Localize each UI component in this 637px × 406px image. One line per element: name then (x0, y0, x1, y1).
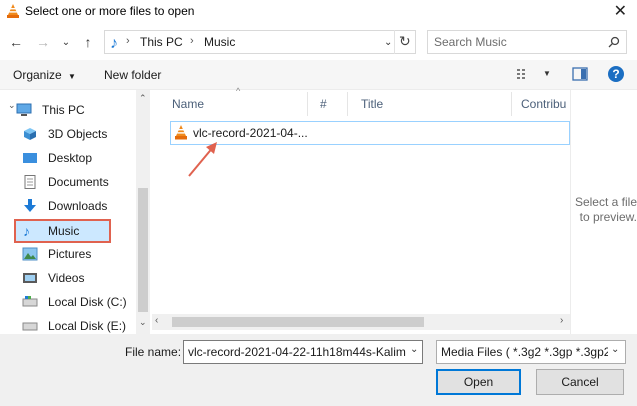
window-title: Select one or more files to open (25, 4, 195, 18)
refresh-icon[interactable]: ↻ (399, 33, 411, 50)
sidebar-item-label: Pictures (48, 247, 92, 261)
help-icon[interactable]: ? (607, 65, 625, 83)
view-options-icon[interactable] (516, 67, 532, 81)
column-header-name[interactable]: Name (172, 97, 204, 121)
download-arrow-icon (24, 199, 36, 212)
back-arrow-icon[interactable]: ← (6, 32, 26, 52)
column-divider[interactable] (307, 92, 308, 116)
documents-icon (24, 175, 36, 189)
new-folder-button[interactable]: New folder (104, 68, 161, 82)
monitor-icon (16, 103, 32, 116)
vlc-cone-icon (7, 4, 19, 18)
sidebar-item-local-disk-c[interactable]: Local Disk (C:) (14, 291, 134, 313)
cancel-button[interactable]: Cancel (536, 369, 624, 395)
column-divider[interactable] (511, 92, 512, 116)
videos-icon (23, 273, 37, 283)
breadcrumb-music[interactable]: Music (204, 35, 235, 49)
scroll-down-icon[interactable]: ⌄ (139, 317, 147, 328)
organize-button[interactable]: Organize ▼ (13, 68, 76, 82)
scroll-left-icon[interactable]: ‹ (155, 315, 158, 326)
preview-line-1: Select a file (574, 195, 637, 209)
sidebar-item-local-disk-e[interactable]: Local Disk (E:) (14, 315, 134, 333)
sidebar-item-label: Local Disk (C:) (48, 295, 127, 309)
sidebar-item-label: Local Disk (E:) (48, 319, 127, 333)
breadcrumb-separator-icon: › (190, 35, 194, 47)
file-type-value: Media Files ( *.3g2 *.3gp *.3gp2 (441, 345, 608, 359)
sidebar-item-label: This PC (42, 103, 85, 117)
preview-pane-divider (570, 90, 571, 334)
sidebar-item-music[interactable]: ♪ Music (14, 219, 111, 243)
preview-line-2: to preview. (579, 210, 637, 224)
breadcrumb-this-pc[interactable]: This PC (140, 35, 183, 49)
preview-message: Select a file to preview. (572, 195, 637, 225)
scroll-up-icon[interactable]: ⌃ (139, 93, 147, 104)
file-name-label: File name: (125, 345, 182, 359)
sidebar-item-label: Downloads (48, 199, 108, 213)
sidebar-item-label: Desktop (48, 151, 93, 165)
sidebar-item-desktop[interactable]: Desktop (14, 147, 134, 169)
organize-label: Organize (13, 68, 62, 82)
pictures-icon (22, 247, 38, 261)
search-icon[interactable] (608, 36, 620, 48)
sidebar-item-documents[interactable]: Documents (14, 171, 134, 193)
sort-ascending-icon: ^ (236, 86, 241, 96)
drive-icon (22, 296, 38, 307)
sidebar-item-this-pc[interactable]: This PC (8, 99, 134, 121)
music-note-icon: ♪ (23, 223, 30, 239)
preview-pane-icon[interactable] (572, 67, 588, 81)
file-type-dropdown-icon[interactable]: ⌄ (611, 344, 619, 355)
address-divider (394, 30, 395, 54)
search-placeholder: Search Music (434, 35, 507, 49)
annotation-arrow-icon (188, 142, 217, 177)
breadcrumb-separator-icon: › (126, 35, 130, 47)
sidebar-item-videos[interactable]: Videos (14, 267, 134, 289)
svg-text:?: ? (612, 67, 619, 81)
sidebar-item-label: Music (48, 224, 80, 238)
music-note-icon: ♪ (110, 35, 118, 52)
column-header-title[interactable]: Title (361, 97, 383, 121)
up-arrow-icon[interactable]: ↑ (80, 32, 96, 52)
view-dropdown-icon[interactable]: ▼ (543, 69, 551, 78)
open-button[interactable]: Open (436, 369, 521, 395)
file-name-dropdown-icon[interactable]: ⌄ (410, 344, 418, 355)
cube-icon (24, 128, 36, 140)
address-dropdown-chevron-icon[interactable]: ⌄ (384, 37, 392, 48)
organize-dropdown-icon: ▼ (68, 72, 76, 81)
navigation-scroll-thumb[interactable] (138, 188, 148, 312)
command-bar (0, 60, 637, 90)
recent-locations-chevron-icon[interactable]: ⌄ (60, 33, 72, 53)
drive-icon (22, 322, 38, 331)
sidebar-item-label: 3D Objects (48, 127, 108, 141)
sidebar-item-3d-objects[interactable]: 3D Objects (14, 123, 134, 145)
sidebar-item-label: Documents (48, 175, 109, 189)
sidebar-item-downloads[interactable]: Downloads (14, 195, 134, 217)
sidebar-item-pictures[interactable]: Pictures (14, 243, 134, 265)
file-name-value: vlc-record-2021-04-22-11h18m44s-Kalim (188, 345, 406, 359)
forward-arrow-icon[interactable]: → (34, 32, 52, 52)
desktop-icon (23, 153, 37, 163)
horizontal-scroll-thumb[interactable] (172, 317, 424, 327)
scroll-right-icon[interactable]: › (560, 315, 563, 326)
column-header-contributing-artists[interactable]: Contribu (521, 97, 570, 121)
column-header-number[interactable]: # (320, 97, 327, 121)
close-icon[interactable]: ✕ (614, 1, 627, 21)
column-divider[interactable] (347, 92, 348, 116)
sidebar-item-label: Videos (48, 271, 85, 285)
